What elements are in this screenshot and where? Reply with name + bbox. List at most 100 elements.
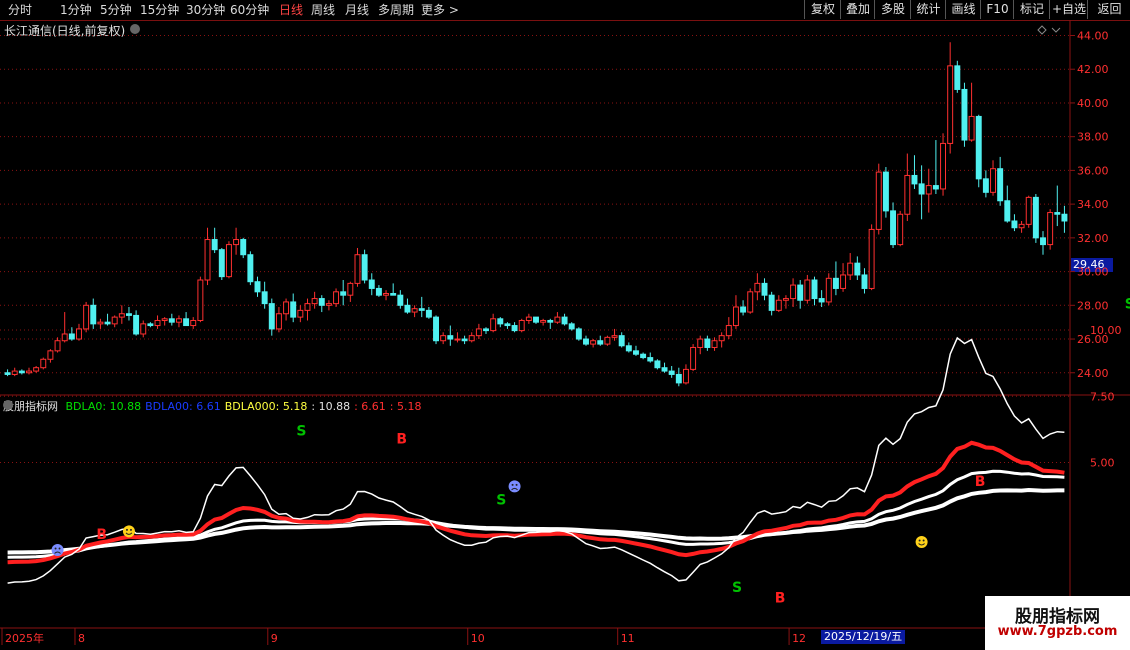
candle-131 [940, 133, 947, 196]
candle-body [533, 316, 539, 323]
chart-canvas[interactable]: 44.00 42.00 40.00 38.00 36.00 34.00 32.00 30.00… [0, 0, 1130, 650]
price-tick-label: 36.00 [1077, 164, 1109, 177]
candle-body [254, 281, 261, 293]
candle-19 [140, 320, 147, 338]
candle-body [218, 249, 225, 278]
candle-body [875, 171, 882, 230]
signal-label: S [732, 580, 742, 596]
candle-108 [775, 295, 782, 313]
indicator-tick-label: 10.00 [1090, 324, 1122, 337]
candle-53 [383, 290, 390, 301]
candle-7 [54, 337, 61, 353]
date-tick-label: 12 [792, 632, 806, 645]
candle-38 [275, 306, 282, 333]
candle-57 [411, 305, 418, 318]
candle-125 [897, 210, 904, 247]
candle-body [725, 325, 732, 337]
date-tick-label: 2025年 [5, 631, 44, 645]
candle-body [818, 298, 825, 303]
candle-76 [547, 318, 554, 329]
candle-79 [568, 322, 575, 331]
candle-body [882, 171, 889, 212]
candle-86 [618, 332, 625, 348]
candle-72 [518, 318, 525, 333]
candle-body [740, 306, 747, 313]
candle-43 [311, 291, 318, 309]
candle-body [1040, 237, 1046, 246]
candle-13 [97, 318, 104, 329]
candle-body [90, 304, 97, 325]
candle-3 [26, 367, 32, 375]
candle-body [204, 239, 211, 281]
candle-body [661, 367, 668, 372]
candle-20 [147, 322, 154, 328]
candle-body [540, 319, 547, 323]
candle-6 [47, 349, 54, 363]
bdla-red-band [7, 440, 1065, 565]
candle-body [711, 340, 718, 348]
candle-147 [1054, 185, 1061, 227]
candle-119 [854, 256, 861, 281]
candle-31 [225, 241, 232, 279]
face-eye [515, 483, 518, 486]
candle-139 [997, 156, 1004, 206]
candle-body [411, 308, 418, 313]
candle-65 [468, 332, 475, 343]
candle-144 [1032, 194, 1039, 243]
candle-body [211, 239, 218, 251]
candle-body [618, 335, 625, 347]
candle-141 [1011, 214, 1018, 232]
candle-body [368, 279, 375, 289]
candle-36 [261, 281, 268, 309]
candle-80 [575, 327, 582, 341]
price-tick-label: 38.00 [1077, 131, 1109, 144]
watermark-url: www.7gpzb.com [997, 624, 1118, 639]
candle-25 [183, 312, 190, 327]
candle-62 [447, 325, 454, 346]
candle-91 [654, 359, 661, 370]
candle-130 [932, 140, 939, 195]
candle-69 [497, 317, 504, 328]
candle-body [940, 142, 947, 190]
candle-59 [425, 306, 432, 319]
candle-body [283, 301, 290, 315]
candle-body [768, 294, 775, 311]
price-tick-label: 28.00 [1077, 299, 1109, 312]
candle-48 [347, 281, 354, 302]
candle-body [654, 360, 661, 369]
candle-34 [247, 251, 254, 286]
candle-body [954, 65, 961, 90]
candle-body [932, 185, 939, 190]
signal-label: S [1125, 297, 1130, 313]
date-tick-label: 11 [621, 632, 635, 645]
candle-105 [754, 273, 761, 301]
chevron-down-icon [1051, 27, 1061, 33]
candle-body [911, 174, 918, 185]
candle-137 [982, 170, 989, 198]
candle-133 [954, 60, 961, 93]
face-eye [54, 547, 57, 550]
candle-body [675, 373, 682, 384]
date-tick-label: 8 [78, 632, 85, 645]
candle-35 [254, 276, 261, 297]
candle-82 [590, 339, 597, 348]
candle-body [118, 313, 125, 318]
candle-body [440, 335, 447, 342]
candle-46 [333, 288, 340, 307]
candle-body [1025, 196, 1032, 225]
candle-body [154, 319, 161, 327]
candle-40 [290, 293, 297, 323]
candle-127 [911, 155, 918, 189]
candle-body [597, 340, 604, 345]
candle-body [925, 185, 932, 195]
candle-97 [697, 335, 704, 355]
candle-78 [561, 313, 568, 326]
candle-body [904, 174, 911, 215]
candle-81 [583, 335, 589, 346]
sad-face-icon [508, 480, 521, 493]
candle-61 [440, 332, 447, 345]
candle-body [340, 291, 347, 296]
candle-body [275, 313, 282, 330]
candle-29 [211, 227, 218, 254]
price-tick-label: 32.00 [1077, 232, 1109, 245]
